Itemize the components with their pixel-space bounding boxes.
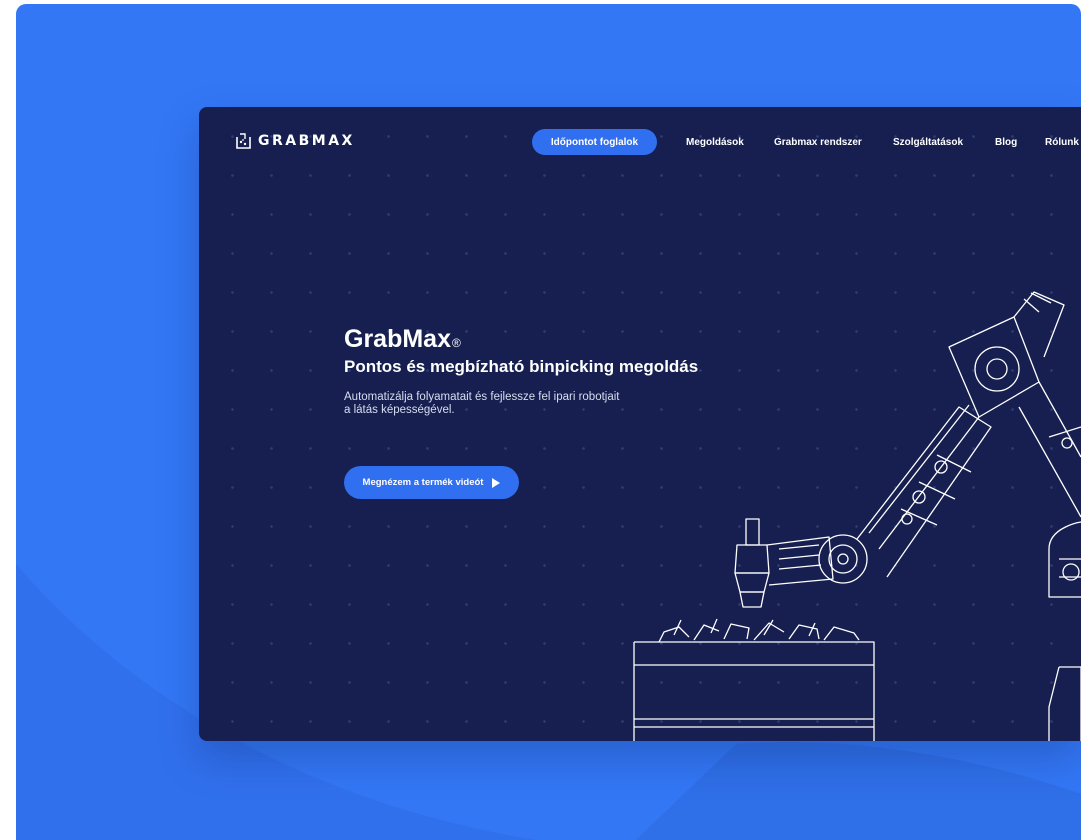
top-navigation: GRABMAX Időpontot foglalok Megoldások Gr…	[199, 107, 1081, 179]
registered-mark: ®	[451, 336, 461, 350]
nav-link-about[interactable]: Rólunk	[1045, 137, 1079, 148]
website-screenshot: GRABMAX Időpontot foglalok Megoldások Gr…	[199, 107, 1081, 741]
hero-title-text: GrabMax	[344, 325, 451, 353]
nav-link-blog[interactable]: Blog	[995, 137, 1017, 148]
book-appointment-button[interactable]: Időpontot foglalok	[532, 129, 657, 155]
grabmax-logo-icon	[236, 133, 251, 149]
hero-title: GrabMax®	[344, 325, 461, 354]
brand-name: GRABMAX	[258, 133, 355, 149]
nav-link-solutions[interactable]: Megoldások	[686, 137, 744, 148]
nav-link-services[interactable]: Szolgáltatások	[893, 137, 963, 148]
watch-video-label: Megnézem a termék videót	[362, 477, 484, 488]
nav-link-grabmax-system[interactable]: Grabmax rendszer	[774, 137, 862, 148]
watch-video-button[interactable]: Megnézem a termék videót	[344, 466, 519, 499]
play-icon	[492, 477, 501, 488]
brand-logo[interactable]: GRABMAX	[233, 131, 355, 151]
robot-arm-illustration	[633, 291, 1081, 741]
